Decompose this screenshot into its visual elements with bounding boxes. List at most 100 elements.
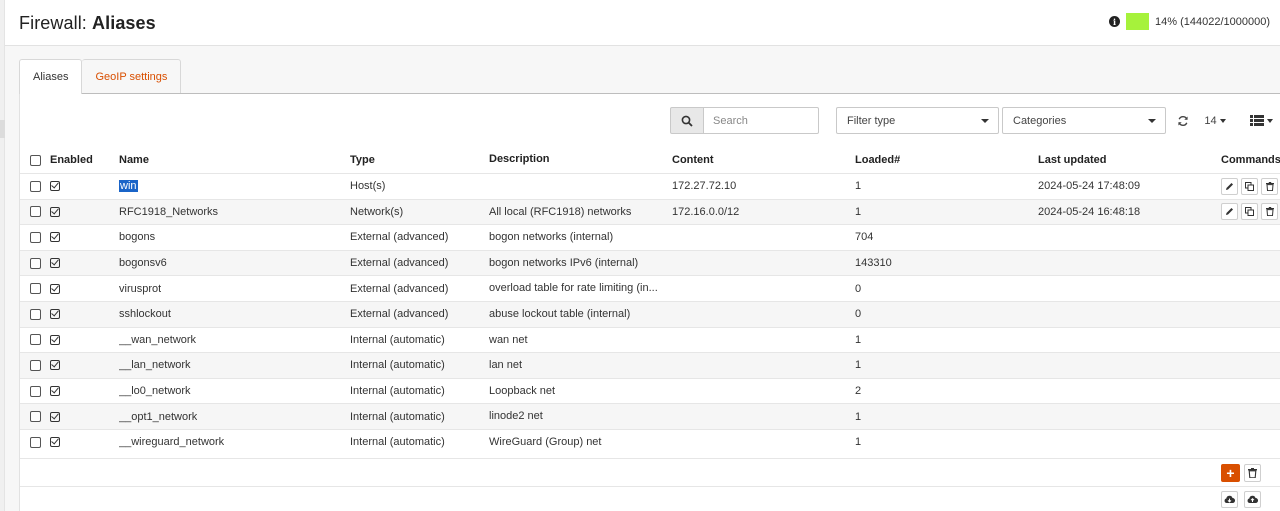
alias-loaded-count: 1 — [855, 410, 862, 423]
row-select-checkbox[interactable] — [30, 385, 41, 397]
row-select-cell — [30, 174, 41, 199]
table-row[interactable]: sshlockout External (advanced) abuse locko… — [20, 300, 1280, 327]
row-select-checkbox[interactable] — [30, 180, 41, 192]
info-icon[interactable]: i — [1109, 16, 1121, 27]
columns-dropdown[interactable] — [1245, 107, 1277, 134]
delete-button[interactable] — [1261, 177, 1278, 195]
alias-name-cell: bogonsv6 — [119, 251, 167, 276]
enabled-check-icon[interactable] — [50, 437, 60, 448]
row-select-checkbox[interactable] — [30, 257, 41, 269]
tab-aliases[interactable]: Aliases — [19, 59, 83, 94]
alias-description: Loopback net — [489, 384, 556, 397]
enabled-check-icon[interactable] — [50, 232, 60, 243]
table-row[interactable]: virusprot External (advanced) overload tab… — [20, 275, 1280, 301]
table-row[interactable]: bogons External (advanced) bogon networks … — [20, 224, 1280, 250]
refresh-button[interactable] — [1170, 107, 1196, 134]
row-select-cell — [30, 302, 41, 327]
row-select-checkbox[interactable] — [30, 206, 41, 218]
select-all-checkbox-cell — [30, 147, 41, 173]
clone-button[interactable] — [1241, 177, 1258, 195]
cloud-upload-icon — [1247, 495, 1258, 503]
filter-type-label: Filter type — [847, 114, 896, 127]
alias-name: sshlockout — [119, 308, 171, 321]
table-row[interactable]: __lan_network Internal (automatic) lan net… — [20, 352, 1280, 378]
column-header-enabled[interactable]: Enabled — [50, 147, 93, 173]
row-select-cell — [30, 225, 41, 250]
alias-description: wan net — [489, 333, 528, 346]
row-select-cell — [30, 379, 41, 404]
filter-type-select[interactable]: Filter type — [836, 107, 999, 134]
copy-icon — [1245, 207, 1254, 217]
edit-button[interactable] — [1221, 203, 1238, 221]
alias-loaded-count: 0 — [855, 282, 862, 295]
column-header-type[interactable]: Type — [350, 147, 375, 173]
trash-icon — [1248, 468, 1257, 478]
table-row[interactable]: RFC1918_Networks Network(s) All local (RFC… — [20, 198, 1280, 225]
row-select-cell — [30, 404, 41, 429]
column-header-commands: Commands — [1221, 154, 1280, 166]
alias-description: abuse lockout table (internal) — [489, 307, 631, 320]
alias-name-cell: __opt1_network — [119, 404, 197, 429]
column-header-last-updated[interactable]: Last updated — [1038, 147, 1106, 173]
chevron-down-icon — [981, 119, 989, 123]
alias-loaded-count: 2 — [855, 385, 862, 398]
tab-geoip-settings[interactable]: GeoIP settings — [82, 59, 182, 94]
row-select-cell — [30, 276, 41, 301]
row-select-checkbox[interactable] — [30, 411, 41, 423]
select-all-checkbox[interactable] — [30, 154, 41, 166]
row-select-checkbox[interactable] — [30, 308, 41, 320]
clone-button[interactable] — [1241, 203, 1258, 221]
alias-content: 172.16.0.0/12 — [672, 205, 740, 218]
enabled-check-icon[interactable] — [50, 309, 60, 320]
table-row[interactable]: win Host(s) 172.27.72.10 1 2024-05-24 17:48:… — [20, 173, 1280, 199]
alias-name: bogonsv6 — [119, 257, 167, 270]
delete-selected-button[interactable] — [1244, 464, 1261, 482]
enabled-check-icon[interactable] — [50, 206, 60, 217]
pencil-icon — [1226, 182, 1233, 190]
table-row[interactable]: bogonsv6 External (advanced) bogon network… — [20, 249, 1280, 276]
add-alias-button[interactable]: + — [1221, 464, 1240, 482]
column-header-loaded[interactable]: Loaded# — [855, 147, 900, 173]
column-header-content[interactable]: Content — [672, 147, 714, 173]
table-row[interactable]: __wan_network Internal (automatic) wan net… — [20, 326, 1280, 353]
enabled-cell — [50, 200, 60, 225]
row-select-cell — [30, 430, 41, 455]
row-select-checkbox[interactable] — [30, 231, 41, 243]
alias-loaded-count: 0 — [855, 308, 862, 321]
alias-description: WireGuard (Group) net — [489, 435, 602, 448]
enabled-check-icon[interactable] — [50, 283, 60, 294]
enabled-check-icon[interactable] — [50, 258, 60, 269]
search-input[interactable] — [703, 107, 819, 134]
table-row[interactable]: __wireguard_network Internal (automatic) W… — [20, 428, 1280, 455]
edit-button[interactable] — [1221, 177, 1238, 195]
enabled-check-icon[interactable] — [50, 181, 60, 192]
enabled-check-icon[interactable] — [50, 360, 60, 371]
column-header-description[interactable]: Description — [489, 147, 664, 173]
search-button[interactable] — [670, 107, 704, 134]
left-sidebar-edge — [0, 0, 5, 511]
row-commands — [1221, 174, 1278, 199]
table-row[interactable]: __lo0_network Internal (automatic) Loopbac… — [20, 377, 1280, 404]
table-row[interactable]: __opt1_network Internal (automatic) linode… — [20, 403, 1280, 429]
row-select-checkbox[interactable] — [30, 283, 41, 295]
categories-select[interactable]: Categories — [1002, 107, 1166, 134]
enabled-cell — [50, 174, 60, 199]
enabled-check-icon[interactable] — [50, 411, 60, 422]
column-header-name[interactable]: Name — [119, 147, 149, 173]
row-select-checkbox[interactable] — [30, 359, 41, 371]
alias-description: lan net — [489, 359, 523, 372]
alias-name: __lo0_network — [119, 385, 191, 398]
row-select-checkbox[interactable] — [30, 334, 41, 346]
enabled-check-icon[interactable] — [50, 386, 60, 397]
download-button[interactable] — [1221, 491, 1238, 508]
enabled-cell — [50, 379, 60, 404]
row-select-checkbox[interactable] — [30, 436, 41, 448]
sidebar-handle[interactable] — [0, 120, 5, 138]
delete-button[interactable] — [1261, 203, 1278, 221]
alias-type: Internal (automatic) — [350, 436, 445, 449]
enabled-check-icon[interactable] — [50, 334, 60, 345]
upload-button[interactable] — [1244, 491, 1261, 508]
alias-name-cell: bogons — [119, 225, 155, 250]
page-size-dropdown[interactable]: 14 — [1200, 107, 1230, 134]
caret-down-icon — [1266, 118, 1273, 123]
